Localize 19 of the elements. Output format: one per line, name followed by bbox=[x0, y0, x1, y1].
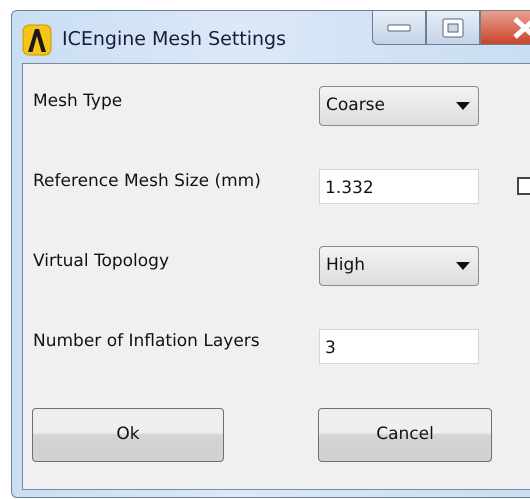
window-title: ICEngine Mesh Settings bbox=[62, 27, 286, 52]
cancel-button[interactable]: Cancel bbox=[318, 408, 492, 462]
ok-button[interactable]: Ok bbox=[32, 408, 224, 462]
caret-icon bbox=[456, 102, 470, 110]
dropdown[interactable]: Coarse bbox=[319, 86, 479, 126]
field-label: Virtual Topology bbox=[33, 250, 170, 274]
maximize-button[interactable] bbox=[426, 11, 480, 45]
field-label: Reference Mesh Size (mm) bbox=[33, 170, 262, 194]
app-logo-icon bbox=[22, 24, 52, 56]
checkbox[interactable] bbox=[517, 177, 530, 195]
minimize-icon bbox=[387, 24, 411, 32]
input-field[interactable]: 3 bbox=[319, 328, 479, 364]
caret-icon bbox=[456, 262, 470, 270]
field-label: Number of Inflation Layers bbox=[33, 330, 261, 354]
dropdown[interactable]: High bbox=[319, 246, 479, 286]
input-field[interactable]: 1.332 bbox=[319, 168, 479, 204]
field-label: Mesh Type bbox=[33, 90, 124, 114]
minimize-button[interactable] bbox=[372, 11, 426, 45]
maximize-icon bbox=[442, 18, 464, 38]
